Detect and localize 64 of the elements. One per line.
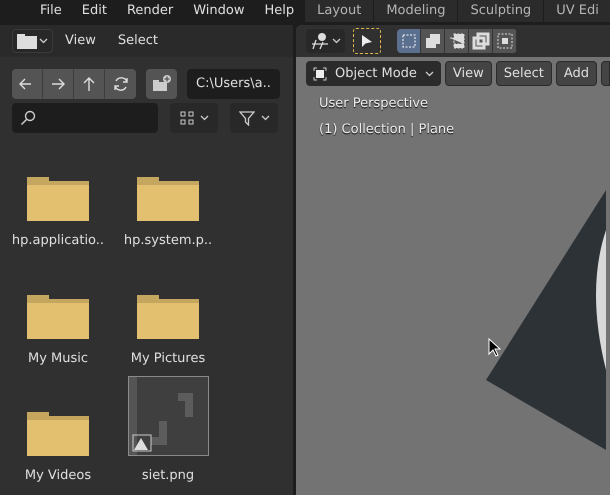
image-thumbnail[interactable] [128, 376, 208, 456]
file-name[interactable]: hp.applicatio.. [12, 231, 104, 250]
chevron-icon [332, 38, 341, 44]
folder-icon [137, 292, 199, 338]
menu-item[interactable]: Help [254, 1, 304, 21]
cursor-arrow-icon [361, 34, 373, 48]
new-folder-icon [152, 75, 172, 93]
path-field[interactable]: C:\Users\a.. [187, 69, 280, 99]
workspace-tab[interactable]: Sculpting [457, 0, 544, 22]
selection-mode-icon [400, 32, 418, 50]
menu-item[interactable]: Render [116, 1, 184, 21]
new-folder-button[interactable] [146, 69, 177, 99]
folder-icon [17, 33, 37, 49]
chevron-icon [200, 115, 208, 121]
mouse-cursor-icon [488, 338, 501, 357]
menu-button-edge[interactable] [601, 61, 610, 86]
file-name[interactable]: My Videos [24, 466, 92, 486]
header-menu[interactable]: Select [496, 61, 552, 86]
file-name[interactable]: My Music [28, 348, 88, 368]
header-menu[interactable]: Select [108, 31, 168, 51]
search-icon [20, 110, 36, 126]
chevron-icon [424, 70, 434, 76]
menu-item[interactable]: File [30, 1, 72, 21]
header-menu[interactable]: View [55, 31, 106, 51]
file-name[interactable]: siet.png [142, 466, 194, 486]
editor-type-button[interactable] [12, 29, 53, 53]
folder-icon [27, 175, 89, 221]
menu-item[interactable]: Edit [72, 1, 117, 21]
pivot-icon [310, 32, 330, 50]
select-tool-button[interactable] [353, 28, 381, 54]
selection-mode-icon [448, 32, 466, 50]
refresh-icon [112, 75, 130, 93]
selection-mode-button[interactable] [469, 29, 493, 53]
file-name[interactable]: hp.system.p.. [124, 231, 212, 250]
workspace-tab[interactable]: Modeling [373, 0, 458, 22]
menu-item[interactable]: Window [183, 1, 254, 21]
selection-mode-icon [424, 32, 442, 50]
display-mode-dropdown[interactable] [170, 103, 218, 133]
folder-icon [137, 175, 199, 221]
workspace-tab[interactable]: UV Edi [543, 0, 610, 22]
viewport[interactable]: Object Mode View Select Add User Perspective (1) Collection | Plane [296, 25, 610, 495]
chevron-icon [39, 38, 48, 44]
folder-icon [27, 410, 89, 456]
selection-mode-button[interactable] [493, 29, 517, 53]
search-field[interactable] [12, 103, 158, 133]
selection-mode-button[interactable] [421, 29, 445, 53]
grid-icon [180, 111, 194, 125]
mode-dropdown[interactable]: Object Mode [306, 61, 441, 86]
folder-icon [27, 292, 89, 338]
object-mode-icon [313, 66, 327, 80]
chevron-icon [260, 115, 270, 121]
transform-pivot-dropdown[interactable] [306, 29, 345, 53]
selection-mode-button[interactable] [397, 29, 421, 53]
selection-mode-button[interactable] [445, 29, 469, 53]
viewport-info-text: (1) Collection | Plane [319, 120, 456, 138]
header-menu[interactable]: View [444, 61, 492, 86]
filter-icon [238, 110, 254, 126]
file-name[interactable]: My Pictures [130, 348, 206, 368]
filter-dropdown[interactable] [230, 103, 278, 133]
selection-mode-icon [472, 32, 490, 50]
viewport-info-text: User Perspective [319, 95, 430, 113]
selection-mode-icon [496, 32, 514, 50]
header-menu[interactable]: Add [556, 61, 598, 86]
workspace-tab[interactable]: Layout [304, 0, 374, 22]
